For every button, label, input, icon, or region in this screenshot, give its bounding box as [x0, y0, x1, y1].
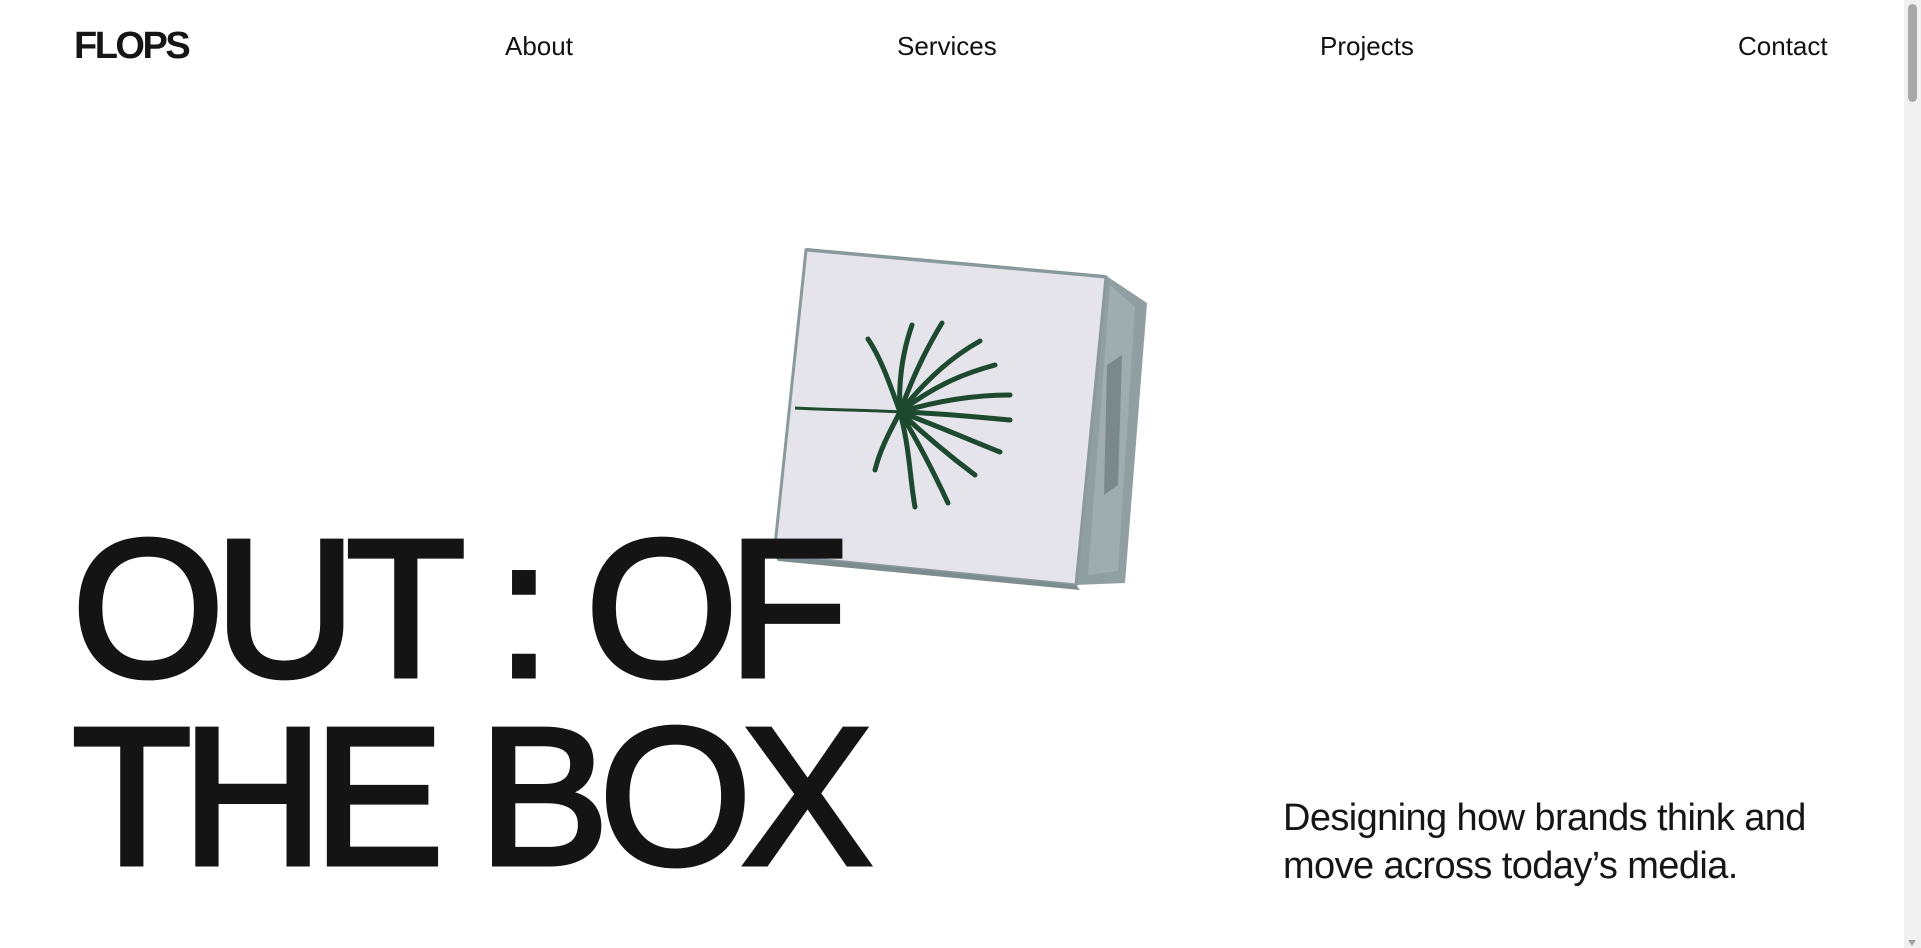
- hero-tagline: Designing how brands think and move acro…: [1283, 797, 1806, 887]
- nav-link-contact[interactable]: Contact: [1738, 30, 1828, 62]
- nav-link-projects[interactable]: Projects: [1320, 30, 1414, 62]
- nav-link-services[interactable]: Services: [897, 30, 997, 62]
- hero-title: OUT : OF THE BOX: [69, 499, 874, 906]
- hero-title-line-2: THE BOX: [69, 687, 874, 906]
- scrollbar-thumb[interactable]: [1908, 4, 1917, 102]
- hero-title-line-1: OUT : OF: [69, 499, 850, 718]
- vertical-scrollbar[interactable]: [1904, 0, 1921, 948]
- nav-link-about[interactable]: About: [505, 30, 573, 62]
- page: FLOPS About Services Projects Contact OU…: [0, 0, 1921, 948]
- site-header: FLOPS About Services Projects Contact: [0, 0, 1904, 92]
- scroll-down-arrow-icon[interactable]: [1908, 940, 1916, 946]
- brand-logo[interactable]: FLOPS: [74, 22, 191, 70]
